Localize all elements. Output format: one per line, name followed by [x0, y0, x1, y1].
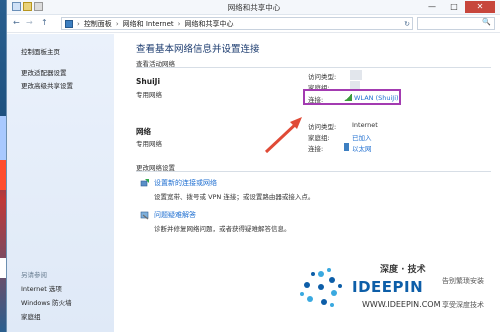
obscured-value — [350, 81, 360, 89]
window-controls: — □ ✕ — [421, 1, 495, 13]
watermark-brand-cn: 深度 · 技术 — [380, 265, 426, 275]
breadcrumb-separator: › — [77, 19, 80, 28]
search-input[interactable]: 🔍 — [417, 17, 495, 30]
breadcrumb-item[interactable]: 网络和共享中心 — [184, 19, 233, 29]
watermark: 深度 · 技术 IDEEPIN WWW.IDEEPIN.COM 告别繁琐安装 享… — [292, 258, 497, 330]
watermark-brand-en: IDEEPIN — [352, 278, 424, 296]
divider — [136, 171, 491, 172]
sidebar-link-homegroup[interactable]: 家庭组 — [21, 311, 41, 321]
watermark-slogan-2: 享受深度技术 — [442, 301, 484, 309]
troubleshoot-desc: 诊断并修复网络问题，或者获得疑难解答信息。 — [154, 225, 291, 233]
annotation-arrow-icon — [264, 117, 302, 154]
maximize-button[interactable]: □ — [443, 1, 465, 13]
connection-label: 连接: — [308, 145, 324, 153]
page-title: 查看基本网络信息并设置连接 — [136, 44, 260, 55]
access-type-label: 访问类型: — [308, 73, 337, 81]
address-bar: ← → ↑ › 控制面板 › 网络和 Internet › 网络和共享中心 ↻ … — [7, 15, 500, 33]
new-connection-icon — [140, 179, 149, 187]
minimize-button[interactable]: — — [421, 1, 443, 13]
breadcrumb[interactable]: › 控制面板 › 网络和 Internet › 网络和共享中心 ↻ — [61, 17, 413, 30]
watermark-url: WWW.IDEEPIN.COM — [362, 300, 441, 309]
close-button[interactable]: ✕ — [465, 1, 495, 13]
homegroup-label: 家庭组: — [308, 134, 330, 142]
troubleshoot-link[interactable]: 问题疑难解答 — [154, 210, 196, 220]
sidebar-link-firewall[interactable]: Windows 防火墙 — [21, 297, 72, 307]
homegroup-joined-link[interactable]: 已加入 — [352, 132, 372, 142]
setup-new-connection-link[interactable]: 设置新的连接或网络 — [154, 178, 217, 188]
obscured-value — [350, 70, 362, 80]
sidebar-link-adapter-settings[interactable]: 更改适配器设置 — [21, 67, 67, 77]
forward-arrow-icon[interactable]: → — [26, 18, 33, 27]
troubleshoot-icon — [140, 211, 149, 220]
network-type: 专用网络 — [136, 140, 162, 148]
ethernet-connection-link[interactable]: 以太网 — [352, 143, 372, 153]
control-panel-icon — [65, 19, 73, 28]
sidebar-link-internet-options[interactable]: Internet 选项 — [21, 283, 62, 293]
title-bar: 网络和共享中心 — □ ✕ — [7, 0, 500, 15]
breadcrumb-separator: › — [115, 19, 119, 28]
ethernet-icon — [344, 143, 349, 151]
network-type: 专用网络 — [136, 91, 162, 99]
network-name: ShuiJi — [136, 77, 161, 86]
setup-new-connection-desc: 设置宽带、拨号或 VPN 连接；或设置路由器或接入点。 — [154, 193, 315, 201]
connection-highlight-box — [303, 89, 401, 105]
sidebar-link-control-panel-home[interactable]: 控制面板主页 — [21, 46, 60, 56]
deepin-logo-icon — [300, 268, 342, 307]
sidebar-link-advanced-sharing[interactable]: 更改高级共享设置 — [21, 80, 73, 90]
search-icon: 🔍 — [482, 18, 491, 26]
network-name: 网络 — [136, 127, 151, 136]
access-type-value: Internet — [352, 121, 378, 129]
breadcrumb-item[interactable]: 控制面板 — [84, 19, 112, 29]
watermark-slogan-1: 告别繁琐安装 — [442, 277, 484, 285]
sidebar: 控制面板主页 更改适配器设置 更改高级共享设置 另请参阅 Internet 选项… — [7, 34, 114, 332]
see-also-heading: 另请参阅 — [21, 271, 47, 279]
breadcrumb-item[interactable]: 网络和 Internet — [123, 19, 174, 29]
breadcrumb-separator: › — [177, 19, 181, 28]
access-type-label: 访问类型: — [308, 123, 337, 131]
refresh-icon[interactable]: ↻ — [404, 20, 410, 28]
divider — [136, 67, 491, 68]
up-arrow-icon[interactable]: ↑ — [41, 18, 48, 27]
back-arrow-icon[interactable]: ← — [13, 18, 20, 27]
